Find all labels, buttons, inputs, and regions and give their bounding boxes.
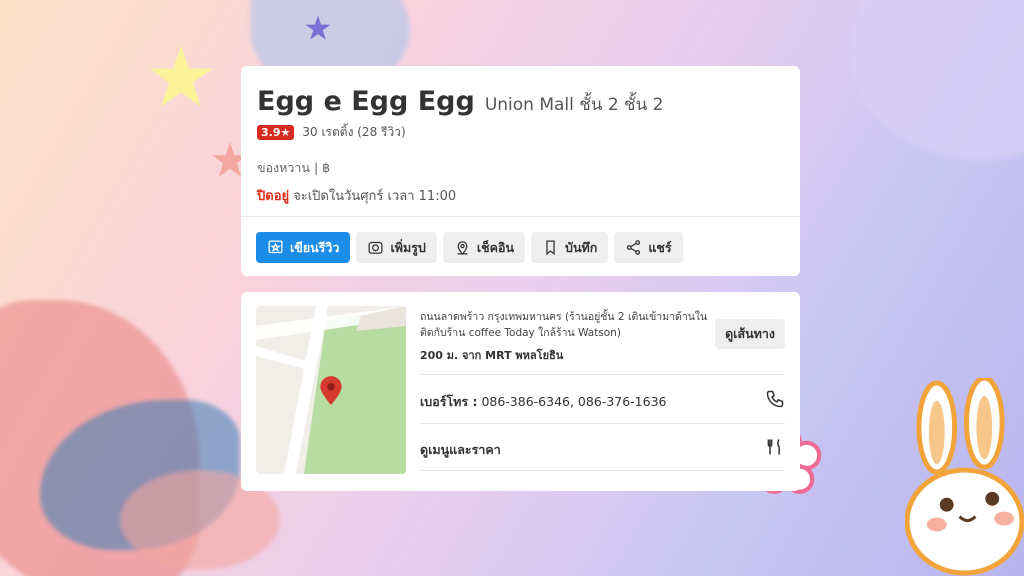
share-label: แชร์ [648,239,672,255]
share-icon [627,240,641,255]
address-line-1: ถนนลาดพร้าว กรุงเทพมหานคร (ร้านอยู่ชั้น … [420,311,708,323]
restaurant-header-card: Egg e Egg Egg Union Mall ชั้น 2 ชั้น 2 3… [241,66,800,276]
phone-row: เบอร์โทร : 086-386-6346, 086-376-1636 [420,392,666,412]
star-decoration-icon [149,45,213,107]
open-info: จะเปิดในวันศุกร์ เวลา 11:00 [293,189,457,204]
map-pin-icon [320,376,342,405]
review-icon [268,240,283,254]
checkin-label: เช็คอิน [476,239,515,255]
bookmark-icon [546,240,555,256]
divider [420,470,785,471]
save-label: บันทึก [565,239,598,255]
address-line-2: ติดกับร้าน coffee Today ใกล้ร้าน Watson) [420,327,621,340]
title-row: Egg e Egg Egg Union Mall ชั้น 2 ชั้น 2 [257,86,663,118]
divider [420,423,785,424]
divider [241,216,800,217]
restaurant-location: Union Mall ชั้น 2 ชั้น 2 [484,95,664,115]
phone-numbers[interactable]: 086-386-6346, 086-376-1636 [481,394,666,409]
checkin-button[interactable]: เช็คอิน [442,232,526,263]
get-directions-button[interactable]: ดูเส้นทาง [715,319,785,349]
share-button[interactable]: แชร์ [614,232,683,263]
write-review-button[interactable]: เขียนรีวิว [256,232,351,263]
checkin-pin-icon [457,241,468,255]
write-review-label: เขียนรีวิว [290,239,340,255]
restaurant-details-card: ถนนลาดพร้าว กรุงเทพมหานคร (ร้านอยู่ชั้น … [241,292,800,491]
rating-row: 3.9★ 30 เรตติ้ง (28 รีวิว) [257,123,406,142]
nearby-transit: 200 ม. จาก MRT พหลโยธิน [420,349,564,362]
bunny-decoration-icon [905,378,1024,576]
opening-hours: ปิดอยู่ จะเปิดในวันศุกร์ เวลา 11:00 [257,185,456,206]
star-decoration-icon [305,15,331,40]
action-bar: เขียนรีวิว เพิ่มรูป เช็คอิน บันทึก แชร์ [256,232,683,263]
cutlery-icon [767,438,780,455]
menu-and-prices-link[interactable]: ดูเมนูและราคา [420,440,501,460]
save-button[interactable]: บันทึก [531,232,609,263]
address: ถนนลาดพร้าว กรุงเทพมหานคร (ร้านอยู่ชั้น … [420,309,710,342]
location-map[interactable] [256,306,406,474]
add-photo-button[interactable]: เพิ่มรูป [356,232,437,263]
add-photo-label: เพิ่มรูป [390,239,426,255]
status-badge: ปิดอยู่ [257,189,290,204]
camera-icon [368,241,383,254]
phone-label: เบอร์โทร : [420,394,478,409]
category-price: ของหวาน | ฿ [257,160,331,175]
rating-badge: 3.9★ [257,125,295,140]
phone-icon[interactable] [765,389,785,409]
rating-count[interactable]: 30 เรตติ้ง (28 รีวิว) [302,123,405,142]
divider [420,374,785,375]
restaurant-name: Egg e Egg Egg [257,86,475,117]
